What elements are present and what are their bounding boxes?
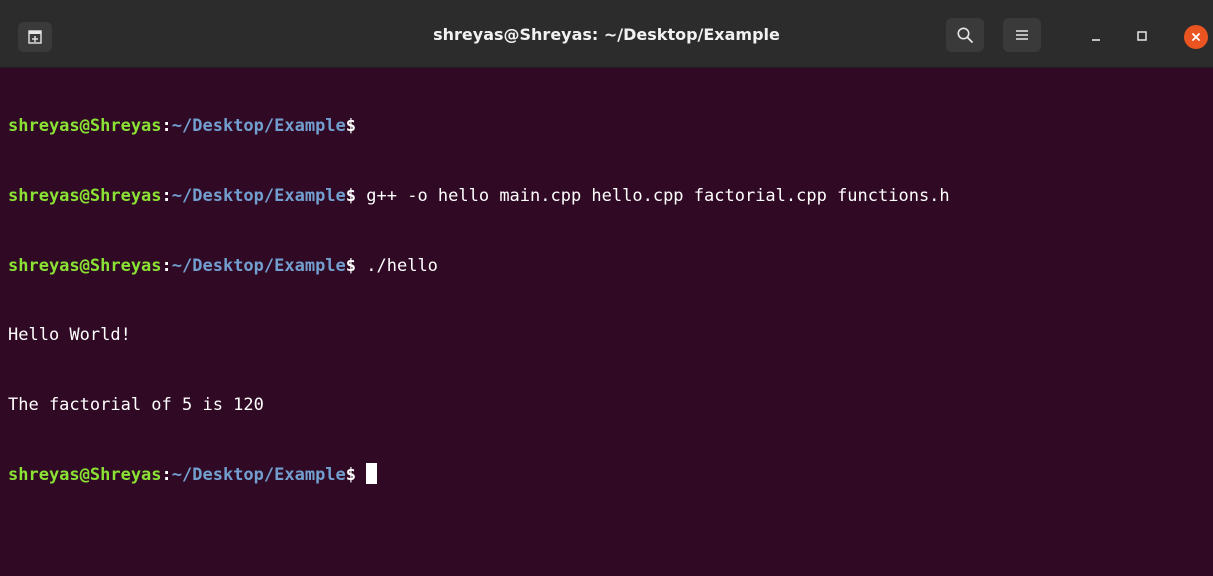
new-tab-button[interactable] bbox=[18, 22, 52, 52]
search-icon bbox=[957, 27, 973, 43]
prompt-symbol: $ bbox=[345, 116, 357, 137]
close-button[interactable] bbox=[1184, 25, 1208, 49]
minimize-button[interactable] bbox=[1082, 22, 1110, 50]
prompt-separator: : bbox=[161, 465, 172, 486]
prompt-path: ~/Desktop/Example bbox=[171, 255, 346, 276]
text-cursor bbox=[366, 463, 378, 485]
prompt-user-host: shreyas@Shreyas bbox=[8, 116, 162, 137]
maximize-icon bbox=[1137, 31, 1147, 41]
search-button[interactable] bbox=[946, 18, 984, 52]
hamburger-menu-icon bbox=[1016, 30, 1028, 40]
terminal-output-area[interactable]: shreyas@Shreyas:~/Desktop/Example$ shrey… bbox=[0, 69, 1213, 576]
prompt-path: ~/Desktop/Example bbox=[171, 465, 346, 486]
new-tab-icon bbox=[28, 30, 42, 44]
prompt-separator: : bbox=[161, 186, 172, 206]
output-line: The factorial of 5 is 120 bbox=[8, 394, 264, 415]
close-icon bbox=[1192, 33, 1200, 41]
prompt-line: shreyas@Shreyas:~/Desktop/Example$ bbox=[8, 463, 1213, 486]
command-text bbox=[356, 465, 366, 485]
prompt-line: shreyas@Shreyas:~/Desktop/Example$ g++ -… bbox=[8, 185, 1213, 208]
minimize-icon bbox=[1092, 39, 1100, 41]
prompt-line: shreyas@Shreyas:~/Desktop/Example$ bbox=[8, 115, 1213, 138]
terminal-window: shreyas@Shreyas: ~/Desktop/Example shrey… bbox=[0, 0, 1213, 576]
prompt-user-host: shreyas@Shreyas bbox=[8, 255, 162, 276]
prompt-separator: : bbox=[161, 116, 172, 137]
prompt-line: shreyas@Shreyas:~/Desktop/Example$ ./hel… bbox=[8, 255, 1213, 278]
title-bar: shreyas@Shreyas: ~/Desktop/Example bbox=[0, 0, 1213, 68]
prompt-symbol: $ bbox=[345, 186, 357, 206]
maximize-button[interactable] bbox=[1128, 22, 1156, 50]
prompt-separator: : bbox=[161, 255, 172, 276]
prompt-symbol: $ bbox=[345, 255, 357, 276]
command-text: ./hello bbox=[356, 255, 438, 276]
prompt-user-host: shreyas@Shreyas bbox=[8, 465, 162, 486]
command-text: g++ -o hello main.cpp hello.cpp factoria… bbox=[356, 186, 950, 206]
prompt-path: ~/Desktop/Example bbox=[171, 186, 346, 206]
output-line: Hello World! bbox=[8, 325, 131, 346]
prompt-path: ~/Desktop/Example bbox=[171, 116, 346, 137]
prompt-user-host: shreyas@Shreyas bbox=[8, 186, 162, 206]
menu-button[interactable] bbox=[1003, 18, 1041, 52]
prompt-symbol: $ bbox=[345, 465, 357, 486]
